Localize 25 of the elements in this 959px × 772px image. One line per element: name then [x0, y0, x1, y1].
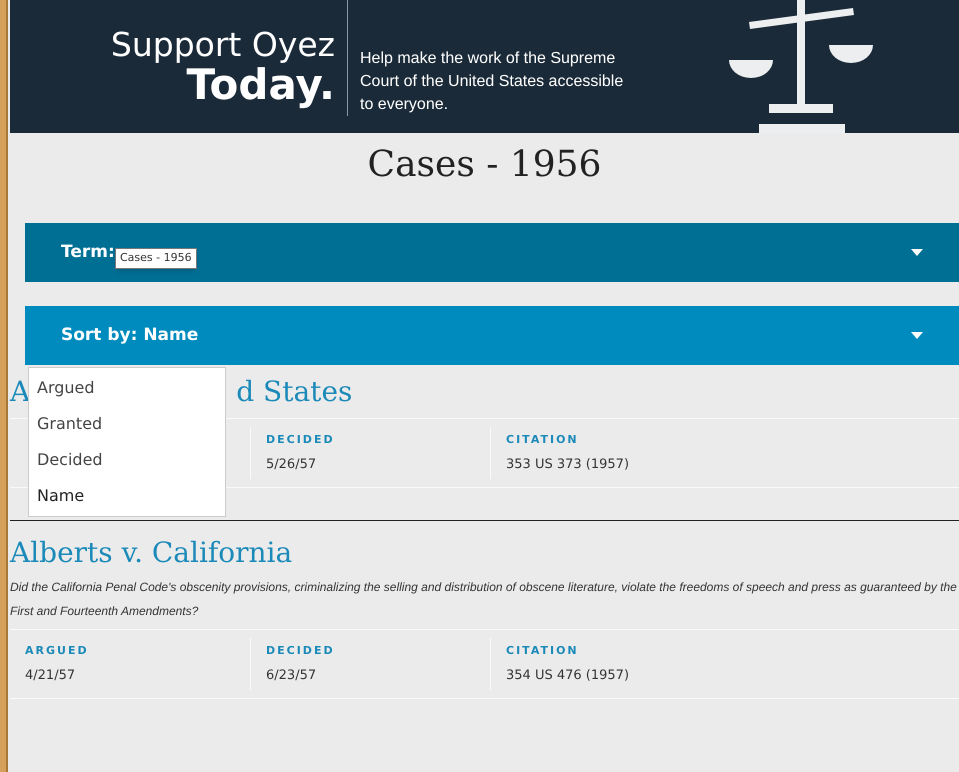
case-question: Did the California Penal Code's obscenity provisions, criminalizing the selling and distribution of obscene literature, violate the freedoms of speech and press as guaranteed by the First and Fourteenth Amendments?	[10, 579, 958, 620]
menu-item[interactable]: Argued	[29, 370, 225, 406]
fact-label: DECIDED	[266, 643, 336, 659]
fact-label: CITATION	[506, 432, 580, 448]
banner-title: Support Oyez	[110, 26, 335, 62]
term-dropdown[interactable]: Term: Cases - 1956	[25, 223, 959, 282]
fact-value: 354 US 476 (1957)	[506, 666, 630, 684]
fact-value: 5/26/57	[266, 456, 318, 474]
page-heading: Cases - 1956	[366, 143, 602, 187]
menu-item[interactable]: Decided	[29, 442, 225, 478]
menu-item[interactable]: Name	[29, 478, 225, 514]
fact-value: 6/23/57	[266, 666, 318, 684]
banner-message: Help make the work of the Supreme Court of the United States accessible to everyone.	[360, 49, 624, 115]
caret-icon	[911, 249, 923, 256]
fact-value: 4/21/57	[25, 666, 76, 684]
caret-icon	[911, 332, 923, 339]
fact-label: CITATION	[506, 643, 580, 659]
support-banner[interactable]: Support Oyez Today. Help make the work of the Supreme Court of the United States accessible to everyone.	[10, 0, 959, 133]
sort-dropdown[interactable]: Sort by: Name	[25, 306, 959, 365]
banner-title: Today.	[186, 62, 335, 106]
fact-value: 353 US 373 (1957)	[506, 456, 630, 474]
fact-label: DECIDED	[266, 432, 336, 448]
tooltip: Cases - 1956	[115, 248, 197, 268]
menu-item[interactable]: Granted	[29, 406, 225, 442]
fact-label: ARGUED	[25, 643, 90, 659]
